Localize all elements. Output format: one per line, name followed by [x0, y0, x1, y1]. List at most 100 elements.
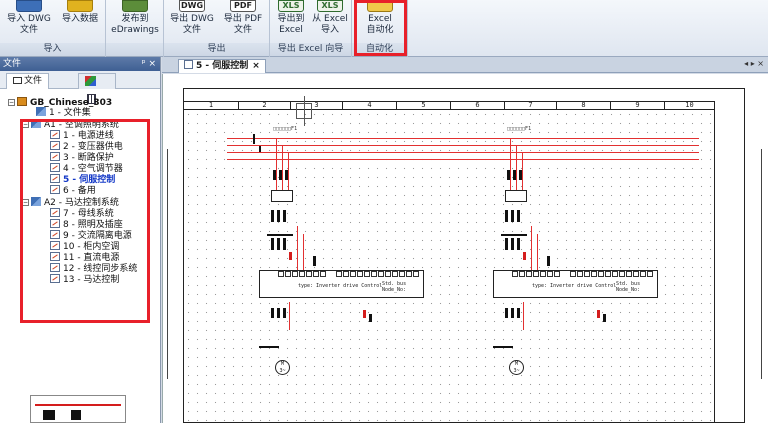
signal-block: [603, 314, 606, 322]
feeder-line: [276, 138, 277, 190]
ruler-cell: 7: [504, 102, 556, 109]
breaker-device: [271, 190, 293, 202]
busbar: [501, 234, 527, 236]
tab-servo-control-label: 5 - 伺服控制: [196, 61, 249, 71]
signal-marker: [363, 310, 366, 318]
signal-block: [547, 256, 550, 266]
control-line: [531, 226, 532, 270]
close-icon[interactable]: ×: [252, 61, 260, 71]
fuse-block: [507, 170, 510, 180]
schematic-grid: [183, 110, 715, 423]
terminal-strip: [336, 271, 420, 277]
circuit-label: □□□□□□F1: [273, 126, 298, 132]
collapse-icon[interactable]: −: [8, 99, 15, 106]
inverter-type-text: type: Inverter drive Control: [298, 283, 383, 289]
signal-marker: [523, 252, 526, 260]
file-panel-title-text: 文件: [3, 59, 22, 69]
export-dwg-label: 导出 DWG 文件: [170, 14, 214, 35]
contactor-block: [517, 210, 520, 222]
publish-edrawings-button[interactable]: 发布到 eDrawings: [108, 0, 162, 36]
motor-symbol: M 3~: [275, 360, 290, 375]
ribbon-group-export-label: 导出: [164, 43, 269, 56]
ribbon-group-import-label: 导入: [0, 43, 105, 56]
ground-bar: [493, 346, 513, 348]
terminal-strip: [570, 271, 654, 277]
import-data-label: 导入数据: [61, 14, 98, 24]
components-tab-icon: [85, 76, 96, 86]
import-data-button[interactable]: 导入数据: [56, 0, 104, 25]
power-bus-line: [227, 138, 699, 139]
signal-block: [369, 314, 372, 322]
fuse-block: [285, 170, 288, 180]
thumbnail-device: [71, 410, 81, 420]
feeder-line: [288, 152, 289, 190]
export-to-excel-button[interactable]: XLS 导出到 Excel: [272, 0, 310, 36]
signal-marker: [289, 252, 292, 260]
ribbon-group-excel-wizard-label: 导出 Excel 向导: [270, 43, 351, 56]
export-dwg-button[interactable]: DWG 导出 DWG 文件: [166, 0, 218, 36]
drawing-page-icon: [184, 60, 193, 69]
files-tab-icon: [13, 77, 22, 84]
excel-export-icon: XLS: [278, 0, 304, 12]
thumbnail-bus: [35, 404, 121, 406]
inverter-drive-device: type: Inverter drive Control Std. bus No…: [259, 270, 424, 298]
fuse-block: [519, 170, 522, 180]
busbar: [267, 234, 293, 236]
import-dwg-button[interactable]: 导入 DWG 文件: [2, 0, 56, 36]
import-data-icon: [67, 0, 93, 12]
tab-files[interactable]: 文件: [6, 73, 50, 89]
circuit-label: □□□□□□F1: [507, 126, 532, 132]
file-panel-tabs: 文件: [0, 71, 160, 104]
ground-bar: [259, 346, 279, 348]
page-thumbnail[interactable]: [30, 395, 126, 423]
dwg-file-icon: DWG: [179, 0, 205, 12]
control-line: [537, 234, 538, 270]
column-ruler: 1 2 3 4 5 6 7 8 9 10: [183, 101, 715, 110]
fileset-icon: [36, 107, 46, 116]
tab-servo-control[interactable]: 5 - 伺服控制 ×: [178, 59, 266, 73]
breaker-device: [505, 190, 527, 202]
file-panel: 文件 ᵖ × 文件 − GB_Chinese_303 1 - 文件集 − A1 - …: [0, 57, 161, 423]
tab-nav-arrows-icon[interactable]: ◂ ▸ ×: [744, 59, 764, 68]
ribbon-group-publish: 发布到 eDrawings: [106, 0, 164, 57]
thumbnail-device: [43, 410, 55, 420]
fuse-block: [279, 170, 282, 180]
contactor-block: [283, 210, 286, 222]
motor-symbol: M 3~: [509, 360, 524, 375]
panel-pin-close-icon[interactable]: ᵖ ×: [142, 57, 156, 71]
output-block: [277, 308, 280, 318]
control-line: [297, 226, 298, 270]
bus-node-text: Node_No:: [616, 287, 641, 293]
import-from-excel-button[interactable]: XLS 从 Excel 导入: [310, 0, 350, 36]
tree-item-fileset-label: 1 - 文件集: [49, 108, 91, 118]
output-block: [271, 308, 274, 318]
ruler-cell: 2: [238, 102, 290, 109]
bus-terminal: [253, 134, 255, 144]
frame-left-marker: [167, 149, 171, 379]
automation-highlight-box: [354, 0, 407, 56]
reactor-block: [517, 238, 520, 250]
crosshair-vertical: [304, 96, 305, 126]
export-pdf-button[interactable]: PDF 导出 PDF 文件: [218, 0, 268, 36]
output-block: [517, 308, 520, 318]
import-from-excel-label: 从 Excel 导入: [312, 14, 348, 35]
ribbon-group-publish-label: [106, 43, 163, 56]
reactor-block: [511, 238, 514, 250]
tree-item-fileset[interactable]: 1 - 文件集: [36, 107, 91, 119]
output-block: [283, 308, 286, 318]
terminal-strip: [512, 271, 561, 277]
reactor-block: [283, 238, 286, 250]
power-bus-line: [227, 159, 699, 160]
contactor-block: [505, 210, 508, 222]
fuse-block: [513, 170, 516, 180]
ruler-cell: 6: [450, 102, 504, 109]
drawing-canvas[interactable]: 1 2 3 4 5 6 7 8 9 10 □□□□□□F1 type: Inve…: [162, 74, 768, 423]
ribbon-toolbar: 导入 DWG 文件 导入数据 导入 发布到 eDrawings DWG 导出 D…: [0, 0, 768, 57]
power-bus-line: [227, 145, 699, 146]
feeder-line: [516, 145, 517, 190]
ruler-cell: 5: [396, 102, 450, 109]
bus-terminal: [259, 146, 261, 152]
frame-right-marker: [758, 149, 762, 379]
tab-components[interactable]: [78, 73, 116, 104]
ribbon-group-excel-wizard: XLS 导出到 Excel XLS 从 Excel 导入 导出 Excel 向导: [270, 0, 352, 57]
